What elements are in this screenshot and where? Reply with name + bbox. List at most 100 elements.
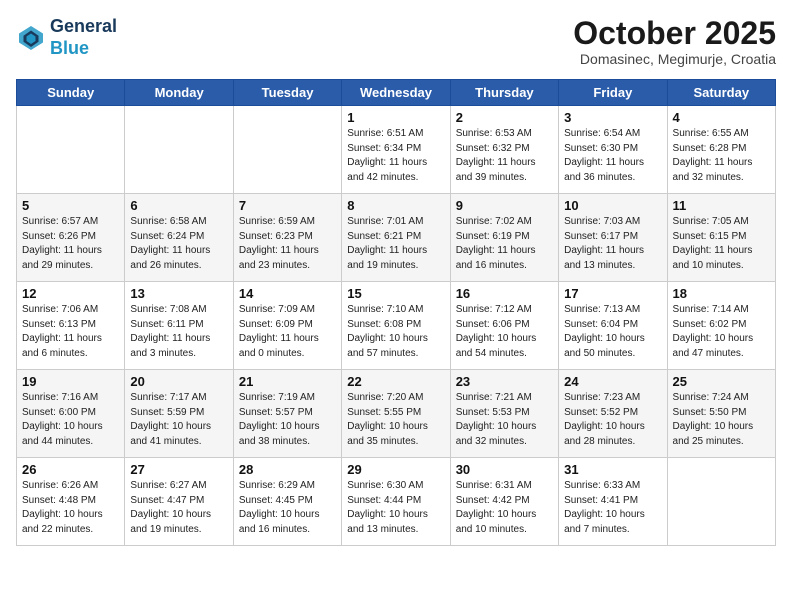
calendar-cell: 11 Sunrise: 7:05 AM Sunset: 6:15 PM Dayli… [667,194,775,282]
day-info: Sunrise: 6:26 AM Sunset: 4:48 PM Dayligh… [22,479,119,537]
day-info: Sunrise: 7:09 AM Sunset: 6:09 PM Dayligh… [239,303,336,361]
day-of-week-thursday: Thursday [450,80,558,106]
calendar-cell: 22 Sunrise: 7:20 AM Sunset: 5:55 PM Dayli… [342,370,450,458]
calendar-cell: 8Sunrise: 7:01 AM Sunset: 6:21 PM Daylig… [342,194,450,282]
calendar-week-row: 19Sunrise: 7:16 AM Sunset: 6:00 PM Dayli… [17,370,776,458]
calendar-cell: 1 Sunrise: 6:51 AM Sunset: 6:34 PM Daylig… [342,106,450,194]
day-info: Sunrise: 7:03 AM Sunset: 6:17 PM Dayligh… [564,215,661,273]
day-number: 3 [564,110,661,125]
calendar-cell: 31 Sunrise: 6:33 AM Sunset: 4:41 PM Dayli… [559,458,667,546]
day-info: Sunrise: 6:55 AM Sunset: 6:28 PM Dayligh… [673,127,770,185]
day-number: 15 [347,286,444,301]
day-info: Sunrise: 7:23 AM Sunset: 5:52 PM Dayligh… [564,391,661,449]
day-of-week-saturday: Saturday [667,80,775,106]
calendar-cell: 6 Sunrise: 6:58 AM Sunset: 6:24 PM Daylig… [125,194,233,282]
logo: General Blue [16,16,117,59]
day-info: Sunrise: 7:16 AM Sunset: 6:00 PM Dayligh… [22,391,119,449]
day-number: 30 [456,462,553,477]
calendar-cell [125,106,233,194]
calendar-cell: 27Sunrise: 6:27 AM Sunset: 4:47 PM Dayli… [125,458,233,546]
day-info: Sunrise: 7:19 AM Sunset: 5:57 PM Dayligh… [239,391,336,449]
day-info: Sunrise: 7:24 AM Sunset: 5:50 PM Dayligh… [673,391,770,449]
day-of-week-friday: Friday [559,80,667,106]
day-number: 29 [347,462,444,477]
calendar-cell: 28Sunrise: 6:29 AM Sunset: 4:45 PM Dayli… [233,458,341,546]
day-info: Sunrise: 6:27 AM Sunset: 4:47 PM Dayligh… [130,479,227,537]
day-number: 25 [673,374,770,389]
day-info: Sunrise: 6:57 AM Sunset: 6:26 PM Dayligh… [22,215,119,273]
calendar-week-row: 26 Sunrise: 6:26 AM Sunset: 4:48 PM Dayli… [17,458,776,546]
day-number: 7 [239,198,336,213]
calendar-cell: 26 Sunrise: 6:26 AM Sunset: 4:48 PM Dayli… [17,458,125,546]
day-info: Sunrise: 6:31 AM Sunset: 4:42 PM Dayligh… [456,479,553,537]
calendar-week-row: 12 Sunrise: 7:06 AM Sunset: 6:13 PM Dayli… [17,282,776,370]
day-info: Sunrise: 7:21 AM Sunset: 5:53 PM Dayligh… [456,391,553,449]
day-number: 12 [22,286,119,301]
day-number: 9 [456,198,553,213]
calendar-cell: 13Sunrise: 7:08 AM Sunset: 6:11 PM Dayli… [125,282,233,370]
day-number: 31 [564,462,661,477]
day-info: Sunrise: 6:29 AM Sunset: 4:45 PM Dayligh… [239,479,336,537]
title-section: October 2025 Domasinec, Megimurje, Croat… [573,16,776,67]
day-info: Sunrise: 7:13 AM Sunset: 6:04 PM Dayligh… [564,303,661,361]
day-number: 20 [130,374,227,389]
day-info: Sunrise: 7:02 AM Sunset: 6:19 PM Dayligh… [456,215,553,273]
day-info: Sunrise: 6:30 AM Sunset: 4:44 PM Dayligh… [347,479,444,537]
calendar-cell: 3Sunrise: 6:54 AM Sunset: 6:30 PM Daylig… [559,106,667,194]
day-number: 1 [347,110,444,125]
day-info: Sunrise: 6:59 AM Sunset: 6:23 PM Dayligh… [239,215,336,273]
calendar-cell [667,458,775,546]
month-title: October 2025 [573,16,776,51]
calendar-cell: 23 Sunrise: 7:21 AM Sunset: 5:53 PM Dayli… [450,370,558,458]
logo-text: General Blue [50,16,117,59]
day-of-week-wednesday: Wednesday [342,80,450,106]
logo-icon [16,23,46,53]
day-info: Sunrise: 7:06 AM Sunset: 6:13 PM Dayligh… [22,303,119,361]
day-number: 14 [239,286,336,301]
day-number: 23 [456,374,553,389]
day-number: 6 [130,198,227,213]
calendar-cell: 17 Sunrise: 7:13 AM Sunset: 6:04 PM Dayli… [559,282,667,370]
calendar-cell: 29 Sunrise: 6:30 AM Sunset: 4:44 PM Dayli… [342,458,450,546]
calendar-header-row: SundayMondayTuesdayWednesdayThursdayFrid… [17,80,776,106]
day-number: 22 [347,374,444,389]
calendar-cell: 4 Sunrise: 6:55 AM Sunset: 6:28 PM Daylig… [667,106,775,194]
day-number: 18 [673,286,770,301]
calendar-week-row: 5Sunrise: 6:57 AM Sunset: 6:26 PM Daylig… [17,194,776,282]
day-number: 11 [673,198,770,213]
calendar-cell [17,106,125,194]
day-info: Sunrise: 7:14 AM Sunset: 6:02 PM Dayligh… [673,303,770,361]
day-number: 21 [239,374,336,389]
day-info: Sunrise: 6:33 AM Sunset: 4:41 PM Dayligh… [564,479,661,537]
calendar-cell: 20 Sunrise: 7:17 AM Sunset: 5:59 PM Dayli… [125,370,233,458]
calendar-week-row: 1 Sunrise: 6:51 AM Sunset: 6:34 PM Daylig… [17,106,776,194]
day-info: Sunrise: 7:17 AM Sunset: 5:59 PM Dayligh… [130,391,227,449]
day-info: Sunrise: 7:10 AM Sunset: 6:08 PM Dayligh… [347,303,444,361]
calendar-cell: 19Sunrise: 7:16 AM Sunset: 6:00 PM Dayli… [17,370,125,458]
day-number: 4 [673,110,770,125]
calendar-cell: 9 Sunrise: 7:02 AM Sunset: 6:19 PM Daylig… [450,194,558,282]
day-info: Sunrise: 6:53 AM Sunset: 6:32 PM Dayligh… [456,127,553,185]
day-info: Sunrise: 6:58 AM Sunset: 6:24 PM Dayligh… [130,215,227,273]
page-container: General Blue October 2025 Domasinec, Meg… [0,0,792,556]
day-number: 2 [456,110,553,125]
calendar-cell: 14 Sunrise: 7:09 AM Sunset: 6:09 PM Dayli… [233,282,341,370]
calendar-cell: 18 Sunrise: 7:14 AM Sunset: 6:02 PM Dayli… [667,282,775,370]
day-info: Sunrise: 7:05 AM Sunset: 6:15 PM Dayligh… [673,215,770,273]
location-subtitle: Domasinec, Megimurje, Croatia [573,51,776,67]
day-info: Sunrise: 7:08 AM Sunset: 6:11 PM Dayligh… [130,303,227,361]
calendar-cell: 7 Sunrise: 6:59 AM Sunset: 6:23 PM Daylig… [233,194,341,282]
calendar-cell: 12 Sunrise: 7:06 AM Sunset: 6:13 PM Dayli… [17,282,125,370]
day-of-week-monday: Monday [125,80,233,106]
calendar-cell: 24Sunrise: 7:23 AM Sunset: 5:52 PM Dayli… [559,370,667,458]
calendar-table: SundayMondayTuesdayWednesdayThursdayFrid… [16,79,776,546]
day-number: 17 [564,286,661,301]
day-number: 10 [564,198,661,213]
calendar-cell: 15 Sunrise: 7:10 AM Sunset: 6:08 PM Dayli… [342,282,450,370]
day-info: Sunrise: 6:51 AM Sunset: 6:34 PM Dayligh… [347,127,444,185]
day-info: Sunrise: 7:01 AM Sunset: 6:21 PM Dayligh… [347,215,444,273]
calendar-cell [233,106,341,194]
day-info: Sunrise: 7:20 AM Sunset: 5:55 PM Dayligh… [347,391,444,449]
calendar-cell: 30 Sunrise: 6:31 AM Sunset: 4:42 PM Dayli… [450,458,558,546]
day-number: 26 [22,462,119,477]
